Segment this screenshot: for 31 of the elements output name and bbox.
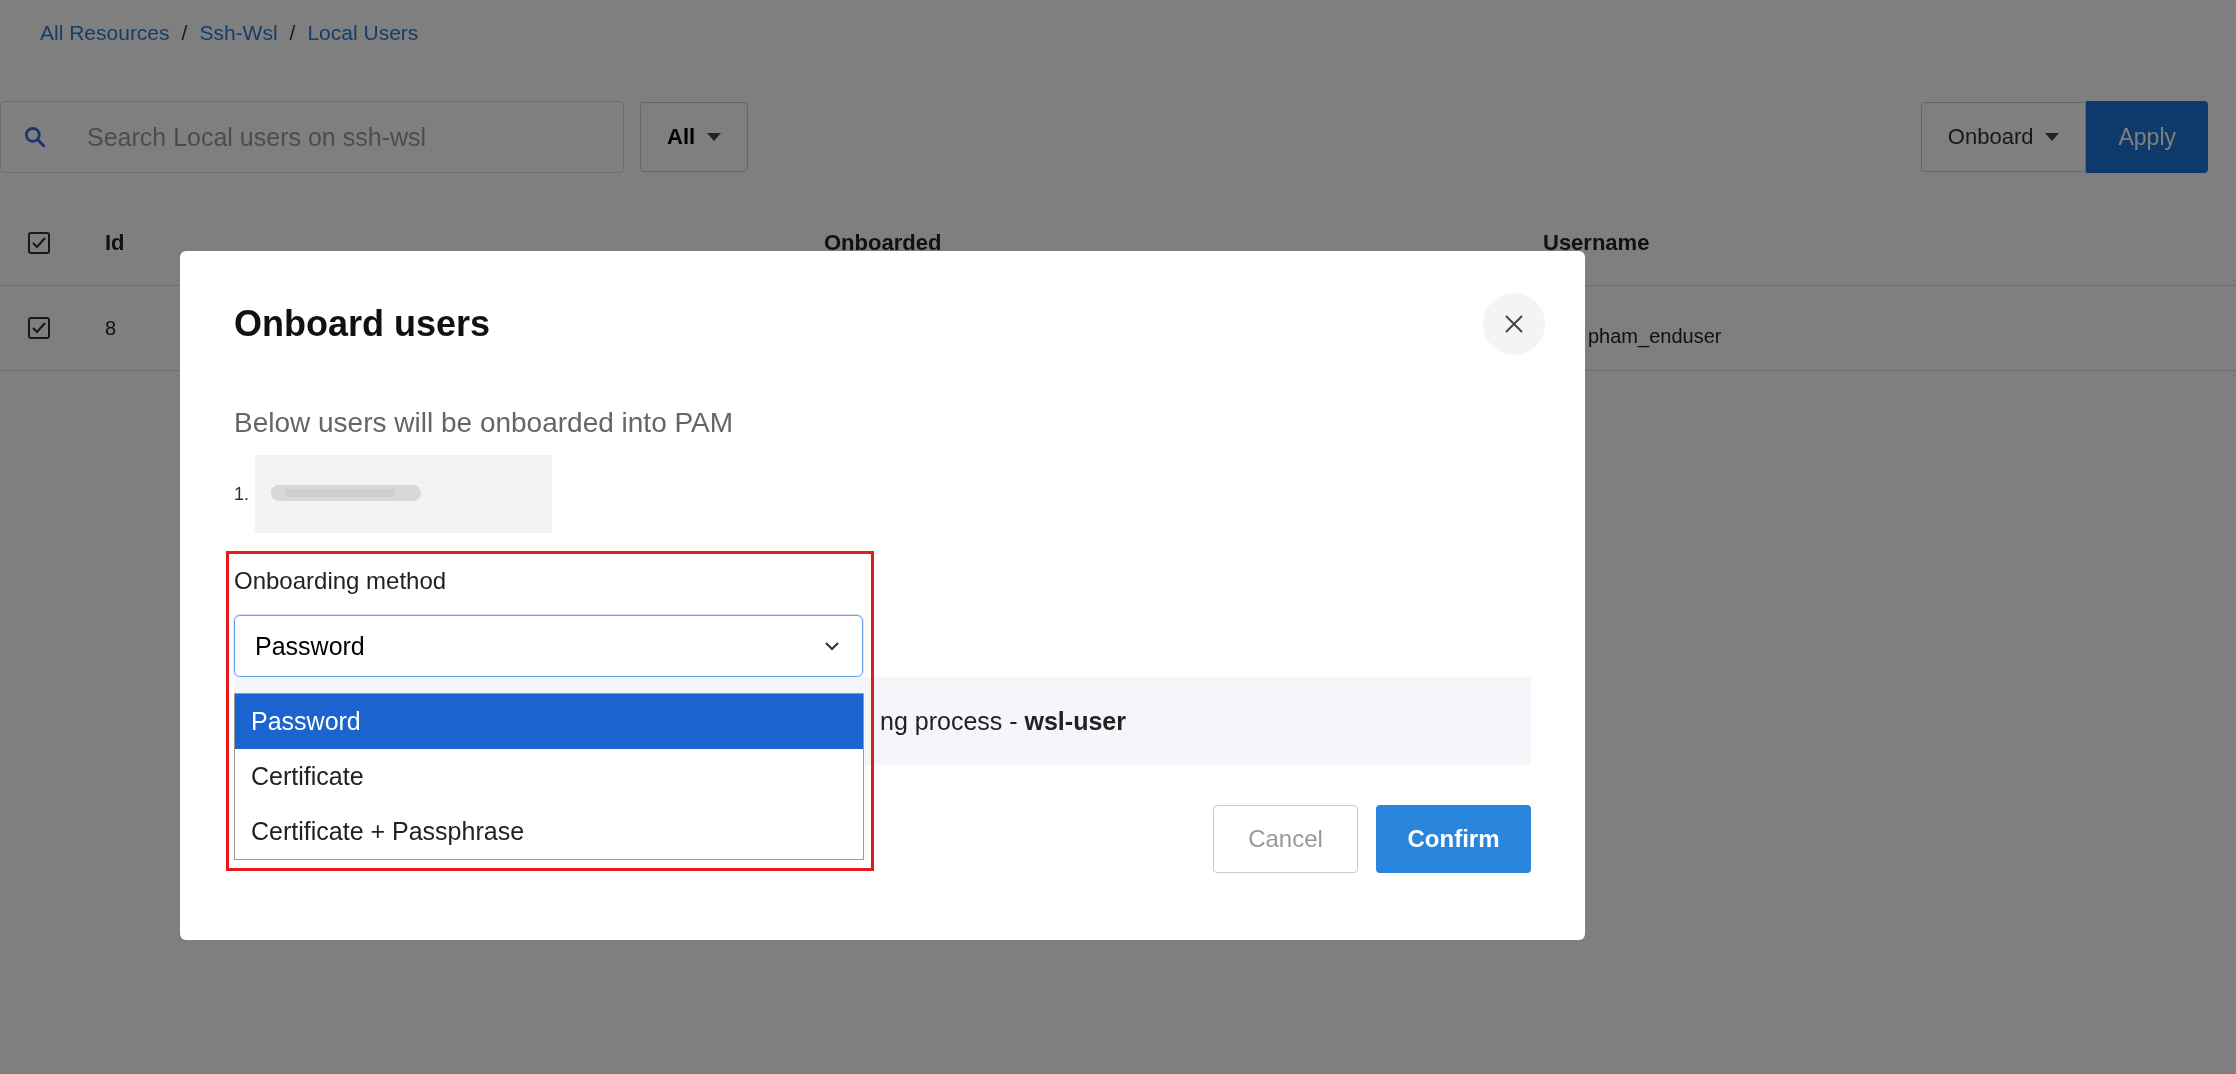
breadcrumb-link[interactable]: Ssh-Wsl <box>199 21 278 45</box>
close-icon <box>1504 314 1524 334</box>
caret-icon <box>2045 133 2060 141</box>
list-number: 1. <box>234 483 249 505</box>
table-cell: pham_enduser <box>1588 324 1722 348</box>
column-header: Onboarded <box>824 230 942 256</box>
checkbox[interactable] <box>28 317 50 339</box>
dropdown-option[interactable]: Certificate + Passphrase <box>235 804 863 859</box>
table-cell: 8 <box>105 316 117 340</box>
checkbox[interactable] <box>28 232 50 254</box>
field-label: Onboarding method <box>234 567 448 595</box>
column-header: Id <box>105 230 125 256</box>
apply-button[interactable]: Apply <box>2086 101 2208 173</box>
dropdown-option[interactable]: Password <box>235 694 863 749</box>
column-header: Username <box>1543 230 1650 256</box>
breadcrumb-separator: / <box>181 21 188 45</box>
action-dropdown[interactable]: Onboard <box>1920 102 2087 172</box>
caret-icon <box>707 133 722 141</box>
confirm-button[interactable]: Confirm <box>1376 805 1531 873</box>
modal-title: Onboard users <box>234 303 491 345</box>
intro-text: Below users will be onboarded into PAM <box>234 407 735 439</box>
cancel-button[interactable]: Cancel <box>1213 805 1358 873</box>
search-icon <box>22 124 48 150</box>
dropdown-option[interactable]: Certificate <box>235 749 863 804</box>
filter-dropdown[interactable]: All <box>640 102 749 172</box>
method-select[interactable]: Password <box>234 615 863 677</box>
breadcrumb-link[interactable]: Local Users <box>307 21 419 45</box>
breadcrumb-link[interactable]: All Resources <box>40 21 170 45</box>
chevron-icon <box>824 641 840 651</box>
info-text: ng process - wsl-user <box>880 706 1126 736</box>
breadcrumb-separator: / <box>289 21 296 45</box>
